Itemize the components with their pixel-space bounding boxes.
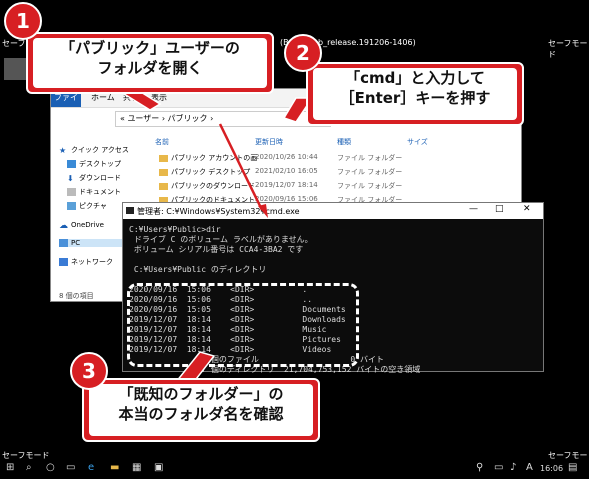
arrow-line-head (258, 204, 268, 218)
start-windows-icon[interactable]: ⊞ (6, 462, 14, 473)
notification-icon[interactable]: ▤ (568, 462, 577, 473)
callout-1-line1: 「パブリック」ユーザーの (60, 39, 240, 57)
ime-indicator[interactable]: A (526, 462, 533, 473)
step-badge-1: 1 (4, 2, 42, 40)
arrow-line (218, 123, 264, 211)
callout-1: 「パブリック」ユーザーの フォルダを開く (26, 32, 274, 94)
cortana-icon[interactable]: ○ (46, 462, 55, 473)
volume-icon[interactable]: ♪ (510, 462, 516, 473)
store-icon[interactable]: ▦ (132, 462, 141, 473)
step-badge-2: 2 (284, 34, 322, 72)
search-icon[interactable]: ⌕ (26, 462, 32, 473)
edge-icon[interactable]: e (88, 462, 94, 473)
callout-1-line2: フォルダを開く (97, 59, 203, 77)
callout-3: 「既知のフォルダー」の 本当のフォルダ名を確認 (82, 378, 320, 442)
callout-3-line2: 本当のフォルダ名を確認 (118, 405, 284, 423)
network-tray-icon[interactable]: ▭ (494, 462, 503, 473)
callout-3-line1: 「既知のフォルダー」の (118, 385, 284, 403)
callout-2: 「cmd」と入力して ［Enter］キーを押す (306, 62, 524, 126)
taskbar: ⊞ ⌕ ○ ▭ e ▬ ▦ ▣ ⚲ ▭ ♪ A 16:06 ▤ (0, 459, 589, 479)
explorer-taskbar-icon[interactable]: ▬ (110, 462, 119, 473)
step-badge-3: 3 (70, 352, 108, 390)
callout-2-line2: ［Enter］キーを押す (339, 89, 491, 107)
callout-2-line1: 「cmd」と入力して (345, 69, 485, 87)
cmd-taskbar-icon[interactable]: ▣ (154, 462, 163, 473)
clock[interactable]: 16:06 (540, 464, 563, 473)
people-icon[interactable]: ⚲ (476, 462, 483, 473)
task-view-icon[interactable]: ▭ (66, 462, 75, 473)
